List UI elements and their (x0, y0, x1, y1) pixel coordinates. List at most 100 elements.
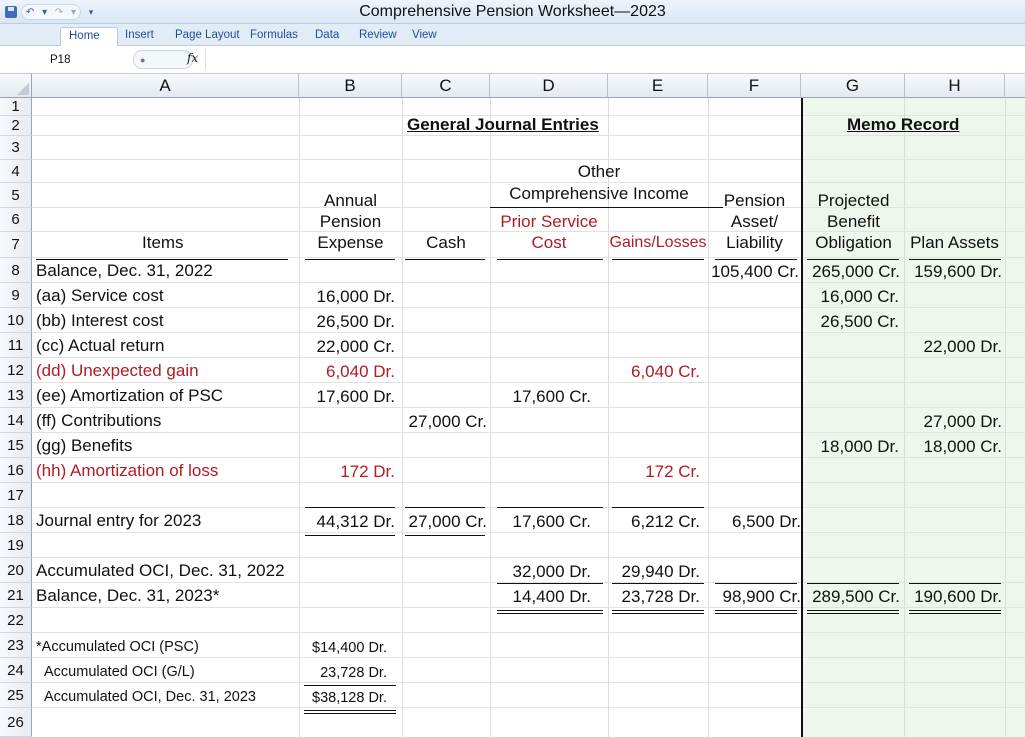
gridline (32, 482, 1025, 483)
row-header[interactable]: 2 (0, 116, 32, 136)
gridline (32, 257, 1025, 258)
double-rule (909, 610, 1001, 611)
tab-insert[interactable]: Insert (125, 27, 154, 46)
row-header[interactable]: 16 (0, 458, 32, 483)
row-header[interactable]: 7 (0, 232, 32, 258)
cell-value: 265,000 Cr. (812, 262, 900, 281)
column-header-h[interactable]: H (905, 74, 1005, 98)
tab-page-layout[interactable]: Page Layout (175, 27, 240, 46)
cell-value: 172 Dr. (340, 462, 395, 481)
cell-value: 27,000 Cr. (408, 512, 487, 531)
gridline (32, 632, 1025, 633)
row-header[interactable]: 12 (0, 358, 32, 383)
worksheet-grid: A B C D E F G H 1 2 3 4 5 6 7 8 9 10 11 12 13 14 15 16 1… (0, 74, 1025, 737)
gridline (32, 707, 1025, 708)
row-header[interactable]: 26 (0, 708, 32, 737)
double-rule (715, 613, 797, 614)
column-header-e[interactable]: E (608, 74, 708, 98)
row-header[interactable]: 11 (0, 333, 32, 358)
row-header[interactable]: 8 (0, 258, 32, 283)
double-rule (612, 610, 704, 611)
row-header[interactable]: 17 (0, 483, 32, 508)
header-underline (909, 259, 1001, 260)
pal-header-1: Pension (723, 191, 786, 210)
row-header[interactable]: 15 (0, 433, 32, 458)
row-header[interactable]: 23 (0, 633, 32, 658)
tab-data[interactable]: Data (315, 27, 339, 46)
row-header[interactable]: 21 (0, 583, 32, 608)
cancel-enter-icon[interactable]: ● (140, 55, 145, 65)
sum-rule (715, 583, 797, 584)
row-header[interactable]: 3 (0, 136, 32, 160)
row-header[interactable]: 10 (0, 308, 32, 333)
footnote-label: *Accumulated OCI (PSC) (36, 639, 199, 655)
item-label: (ee) Amortization of PSC (36, 386, 224, 405)
row-header[interactable]: 1 (0, 98, 32, 116)
gridline (32, 607, 1025, 608)
gridline (32, 307, 1025, 308)
header-underline (305, 259, 395, 260)
gridline (32, 135, 1025, 136)
ribbon-tabs: Home Insert Page Layout Formulas Data Re… (0, 24, 1025, 46)
column-header-d[interactable]: D (490, 74, 608, 98)
tab-formulas[interactable]: Formulas (250, 27, 298, 46)
footnote-label: Accumulated OCI (G/L) (44, 664, 195, 680)
gridline (32, 657, 1025, 658)
row-header[interactable]: 5 (0, 183, 32, 208)
column-header-i[interactable] (1005, 74, 1025, 98)
item-label: (bb) Interest cost (36, 311, 164, 330)
cell-value: 23,728 Dr. (621, 587, 700, 606)
row-header[interactable]: 14 (0, 408, 32, 433)
row-header[interactable]: 20 (0, 558, 32, 583)
row-header[interactable]: 4 (0, 160, 32, 183)
header-underline (807, 259, 899, 260)
row-header[interactable]: 22 (0, 608, 32, 633)
header-underline (612, 259, 704, 260)
cell-value: 26,500 Cr. (820, 312, 899, 331)
double-rule (304, 713, 396, 714)
row-header[interactable]: 18 (0, 508, 32, 533)
pbo-header-2: Benefit (827, 212, 880, 231)
gridline (32, 382, 1025, 383)
name-box[interactable]: P18 (4, 51, 132, 69)
pal-header-2: Asset/ (730, 212, 779, 231)
row-header[interactable]: 13 (0, 383, 32, 408)
pbo-header-1: Projected (817, 191, 890, 210)
header-underline (405, 259, 485, 260)
double-rule (304, 710, 396, 711)
column-header-c[interactable]: C (402, 74, 490, 98)
row-header[interactable]: 19 (0, 533, 32, 558)
column-header-g[interactable]: G (801, 74, 905, 98)
double-rule (497, 610, 603, 611)
sum-rule (807, 583, 899, 584)
formula-bar: P18 ● fx (0, 46, 1025, 74)
plan-assets-header: Plan Assets (910, 233, 999, 252)
cell-value: 44,312 Dr. (316, 512, 395, 531)
formula-controls[interactable]: ● (133, 50, 193, 69)
column-header-f[interactable]: F (708, 74, 801, 98)
cell-value: 16,000 Cr. (820, 287, 899, 306)
annual-header-2: Pension (319, 212, 382, 231)
row-header[interactable]: 6 (0, 208, 32, 232)
item-label: (hh) Amortization of loss (36, 461, 219, 480)
tab-view[interactable]: View (412, 27, 437, 46)
item-label: (cc) Actual return (36, 336, 165, 355)
column-header-b[interactable]: B (299, 74, 402, 98)
cell-value: 289,500 Cr. (812, 587, 900, 606)
tab-home[interactable]: Home (60, 27, 118, 46)
cell-area[interactable]: General Journal Entries Memo Record Othe… (32, 98, 1025, 737)
gridline (32, 282, 1025, 283)
row-header[interactable]: 25 (0, 683, 32, 708)
formula-input[interactable] (205, 49, 1023, 70)
row-header[interactable]: 9 (0, 283, 32, 308)
insert-function-icon[interactable]: fx (187, 51, 198, 65)
select-all-button[interactable] (0, 74, 32, 98)
cell-value: 17,600 Cr. (512, 387, 591, 406)
gridline (32, 457, 1025, 458)
row-header[interactable]: 24 (0, 658, 32, 683)
column-header-a[interactable]: A (32, 74, 299, 98)
cell-value: 23,728 Dr. (320, 665, 387, 681)
tab-review[interactable]: Review (359, 27, 397, 46)
cell-value: 18,000 Cr. (923, 437, 1002, 456)
sum-rule (304, 685, 396, 686)
